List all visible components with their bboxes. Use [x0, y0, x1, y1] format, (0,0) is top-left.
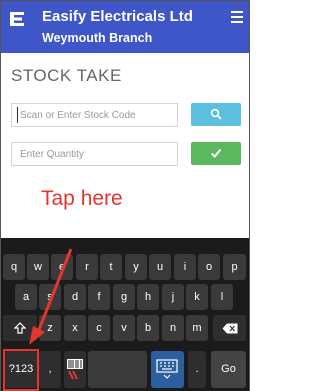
annotation-arrow: [29, 248, 73, 345]
